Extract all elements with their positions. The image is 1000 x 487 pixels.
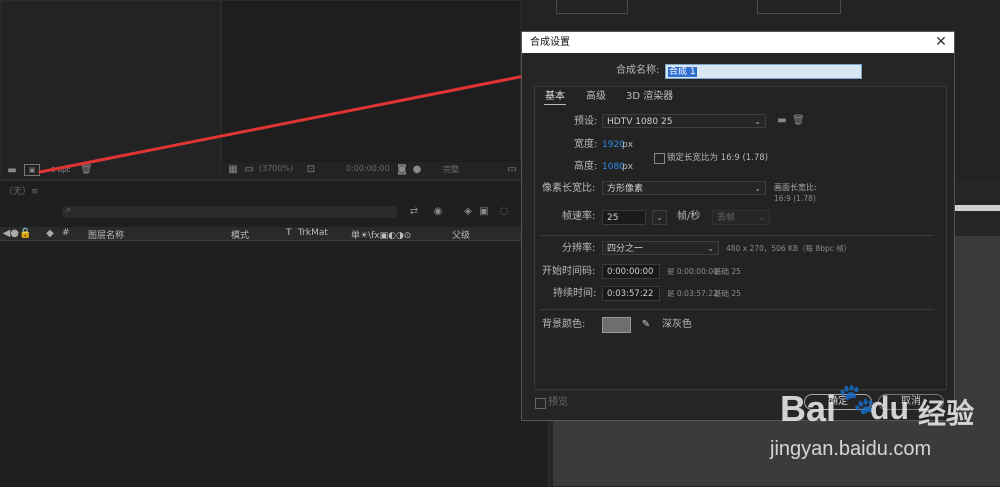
duration-label: 持续时间: [553,288,597,299]
watermark-brand: Bai [780,388,837,429]
frame-aspect-value: 16:9 (1.78) [774,194,816,203]
chevron-down-icon: ⌄ [754,184,761,193]
duration-base: 基础 25 [714,289,741,298]
preview-label: 预览 [548,397,568,408]
close-icon[interactable]: ✕ [934,32,948,53]
watermark-brand-cn: 经验 [918,398,975,429]
bg-color-label: 背景颜色: [542,319,586,330]
divider [540,235,934,236]
start-timecode-input[interactable]: 0:00:00:00 [602,264,660,279]
dialog-title-bar: 合成设置 [522,32,954,53]
chevron-down-icon: ⌄ [707,244,714,253]
chevron-down-icon: ⌄ [758,213,765,222]
frame-rate-unit: 帧/秒 [677,211,701,222]
save-preset-icon[interactable]: ▬ [776,115,788,127]
pixel-aspect-value: 方形像素 [607,184,644,194]
watermark-brand-2: du [870,390,910,426]
start-timecode-info: 是 0:00:00:00 [667,267,718,276]
tab-3d-renderer[interactable]: 3D 渲染器 [626,90,673,104]
resolution-label: 分辨率: [562,243,596,254]
divider [540,309,934,310]
comp-name-label: 合成名称: [616,65,660,76]
frame-aspect-label: 画面长宽比: [774,183,817,192]
baidu-watermark: Bai 🐾 du 经验 jingyan.baidu.com [770,378,1000,486]
resolution-value: 四分之一 [607,244,644,254]
width-unit: px [622,140,634,150]
eyedropper-icon[interactable]: ✎ [640,319,652,331]
chevron-down-icon: ⌄ [656,213,663,222]
frame-rate-input[interactable]: 25 [602,210,646,225]
chevron-down-icon: ⌄ [754,117,761,126]
height-label: 高度: [574,161,598,172]
duration-input[interactable]: 0:03:57:22 [602,286,660,301]
comp-name-value: 合成 1 [668,67,697,77]
height-unit: px [622,162,634,172]
lock-aspect-checkbox[interactable] [654,153,665,164]
tab-advanced[interactable]: 高级 [586,90,606,104]
resolution-info: 480 x 270，506 KB（每 8bpc 帧） [726,244,852,253]
watermark-url: jingyan.baidu.com [770,438,932,460]
preset-dropdown[interactable]: HDTV 1080 25 ⌄ [602,114,766,128]
start-timecode-base: 基础 25 [714,267,741,276]
width-label: 宽度: [574,139,598,150]
start-timecode-label: 开始时间码: [542,266,596,277]
pixel-aspect-dropdown[interactable]: 方形像素 ⌄ [602,181,766,195]
preview-checkbox[interactable] [535,398,546,409]
start-timecode-value: 0:00:00:00 [607,267,654,277]
bg-color-swatch[interactable] [602,317,631,333]
preset-value: HDTV 1080 25 [607,117,673,127]
delete-preset-icon[interactable]: 🗑 [792,115,805,127]
tab-basic[interactable]: 基本 [545,90,565,104]
frame-rate-value: 25 [607,213,619,223]
tab-basic-underline [544,104,566,105]
frame-rate-dropdown[interactable]: ⌄ [652,210,667,225]
duration-value: 0:03:57:22 [607,289,654,299]
drop-frame-dropdown[interactable]: 丢帧 ⌄ [712,210,770,225]
dialog-title: 合成设置 [530,37,570,48]
pixel-aspect-label: 像素长宽比: [542,183,596,194]
composition-settings-dialog: 合成设置 ✕ 合成名称: 合成 1 基本 高级 3D 渲染器 预设: HDTV … [521,31,955,421]
comp-name-input[interactable]: 合成 1 [665,64,862,79]
drop-frame-value: 丢帧 [717,213,736,223]
settings-panel [534,86,947,390]
frame-rate-label: 帧速率: [562,211,596,222]
duration-info: 是 0:03:57:22 [667,289,718,298]
lock-aspect-label: 锁定长宽比为 16:9 (1.78) [667,153,769,163]
preset-label: 预设: [574,116,598,127]
resolution-dropdown[interactable]: 四分之一 ⌄ [602,241,719,255]
bg-color-name: 深灰色 [662,319,692,330]
